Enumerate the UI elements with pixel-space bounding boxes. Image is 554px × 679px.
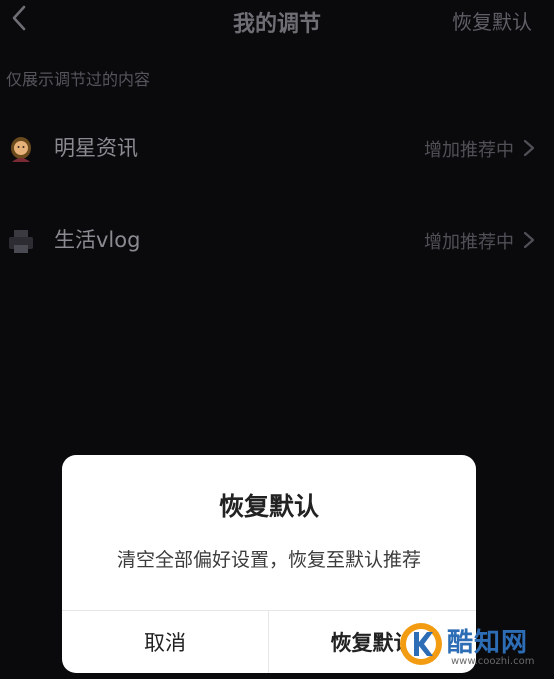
section-caption: 仅展示调节过的内容 (6, 70, 151, 89)
chevron-right-icon (523, 139, 535, 157)
list-item-status: 增加推荐中 (424, 232, 514, 253)
printer-emoji-icon (9, 230, 33, 253)
watermark-url: www.coozhi.com (451, 656, 535, 667)
dialog-title: 恢复默认 (218, 492, 319, 521)
list-item-status: 增加推荐中 (424, 140, 514, 161)
coozhi-logo-icon (400, 623, 442, 665)
celebrity-emoji-icon (11, 137, 31, 162)
watermark-name: 酷知网 (447, 628, 529, 658)
dialog-message: 清空全部偏好设置，恢复至默认推荐 (116, 549, 421, 571)
chevron-right-icon (523, 231, 535, 249)
list-item-label: 明星资讯 (54, 136, 138, 160)
list-item-label: 生活vlog (54, 228, 141, 252)
cancel-button[interactable]: 取消 (62, 611, 268, 673)
list-item-life-vlog[interactable]: 生活vlog 增加推荐中 (0, 216, 554, 262)
watermark: 酷知网 www.coozhi.com (395, 616, 554, 679)
restore-default-link[interactable]: 恢复默认 (452, 6, 532, 35)
header: 我的调节 恢复默认 (0, 0, 554, 40)
list-item-celebrity-news[interactable]: 明星资讯 增加推荐中 (0, 124, 554, 170)
